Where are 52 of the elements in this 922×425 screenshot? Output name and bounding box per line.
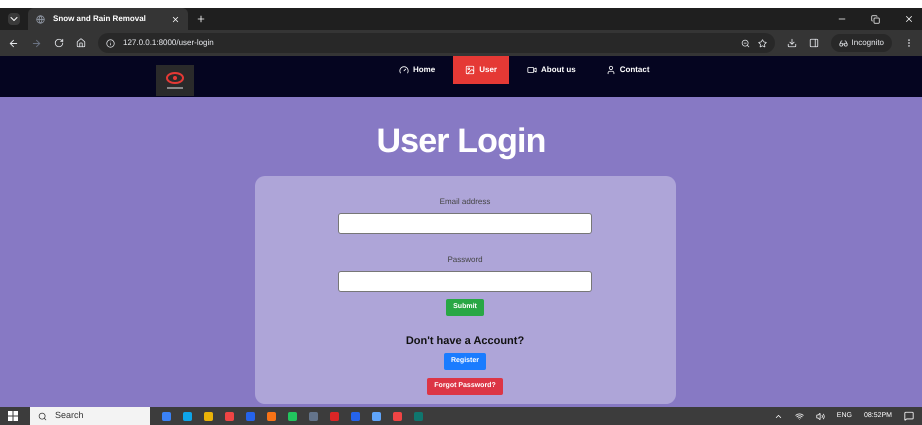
star-icon[interactable] [758,38,767,48]
volume-icon[interactable] [816,412,825,420]
page-heading: User Login [376,121,546,161]
app-icon[interactable] [393,412,402,420]
address-bar[interactable]: 127.0.0.1:8000/user-login [98,33,775,53]
network-icon[interactable] [794,412,804,420]
taskbar-search[interactable]: Search [30,407,150,425]
search-placeholder: Search [55,409,84,422]
password-field[interactable] [338,271,592,292]
info-icon [106,38,115,48]
video-icon [527,64,538,74]
new-tab-icon[interactable] [196,14,206,24]
tab-list-icon[interactable] [8,13,20,25]
app-icon[interactable] [288,412,297,420]
email-field[interactable] [338,213,592,234]
home-icon[interactable] [76,38,86,48]
search-icon [38,412,47,420]
email-label: Email address [440,196,490,208]
app-icon[interactable] [225,412,234,420]
close-icon[interactable] [904,14,914,24]
close-icon[interactable] [171,14,180,24]
browser-tab[interactable]: Snow and Rain Removal [28,8,188,30]
start-icon[interactable] [8,411,18,421]
dashboard-icon [399,64,409,74]
register-prompt: Don't have a Account? [406,334,524,348]
side-panel-icon[interactable] [808,38,819,48]
app-icon[interactable] [372,412,381,420]
back-icon[interactable] [8,38,19,48]
nav-link[interactable]: Home [387,56,448,83]
incognito-icon [838,38,848,48]
url-text: 127.0.0.1:8000/user-login [123,37,215,49]
app-icon[interactable] [162,412,171,420]
image-icon [465,65,476,75]
download-icon[interactable] [786,38,797,48]
notification-icon[interactable] [904,411,914,421]
app-icon[interactable] [183,412,192,420]
app-icon[interactable] [267,412,276,420]
tab-title: Snow and Rain Removal [53,13,147,25]
nav-link[interactable]: User [453,56,510,84]
password-label: Password [447,254,483,266]
nav-link[interactable]: Contact [594,56,662,83]
forward-icon[interactable] [31,38,42,48]
logo [156,65,194,96]
globe-icon [36,14,45,24]
incognito-badge[interactable]: Incognito [830,34,892,52]
incognito-label: Incognito [852,37,884,49]
reload-icon[interactable] [54,38,64,48]
restore-icon[interactable] [871,14,880,24]
person-icon [606,64,616,74]
zoom-icon[interactable] [740,38,750,48]
app-icon[interactable] [204,412,213,420]
nav-link[interactable]: About us [515,56,588,83]
